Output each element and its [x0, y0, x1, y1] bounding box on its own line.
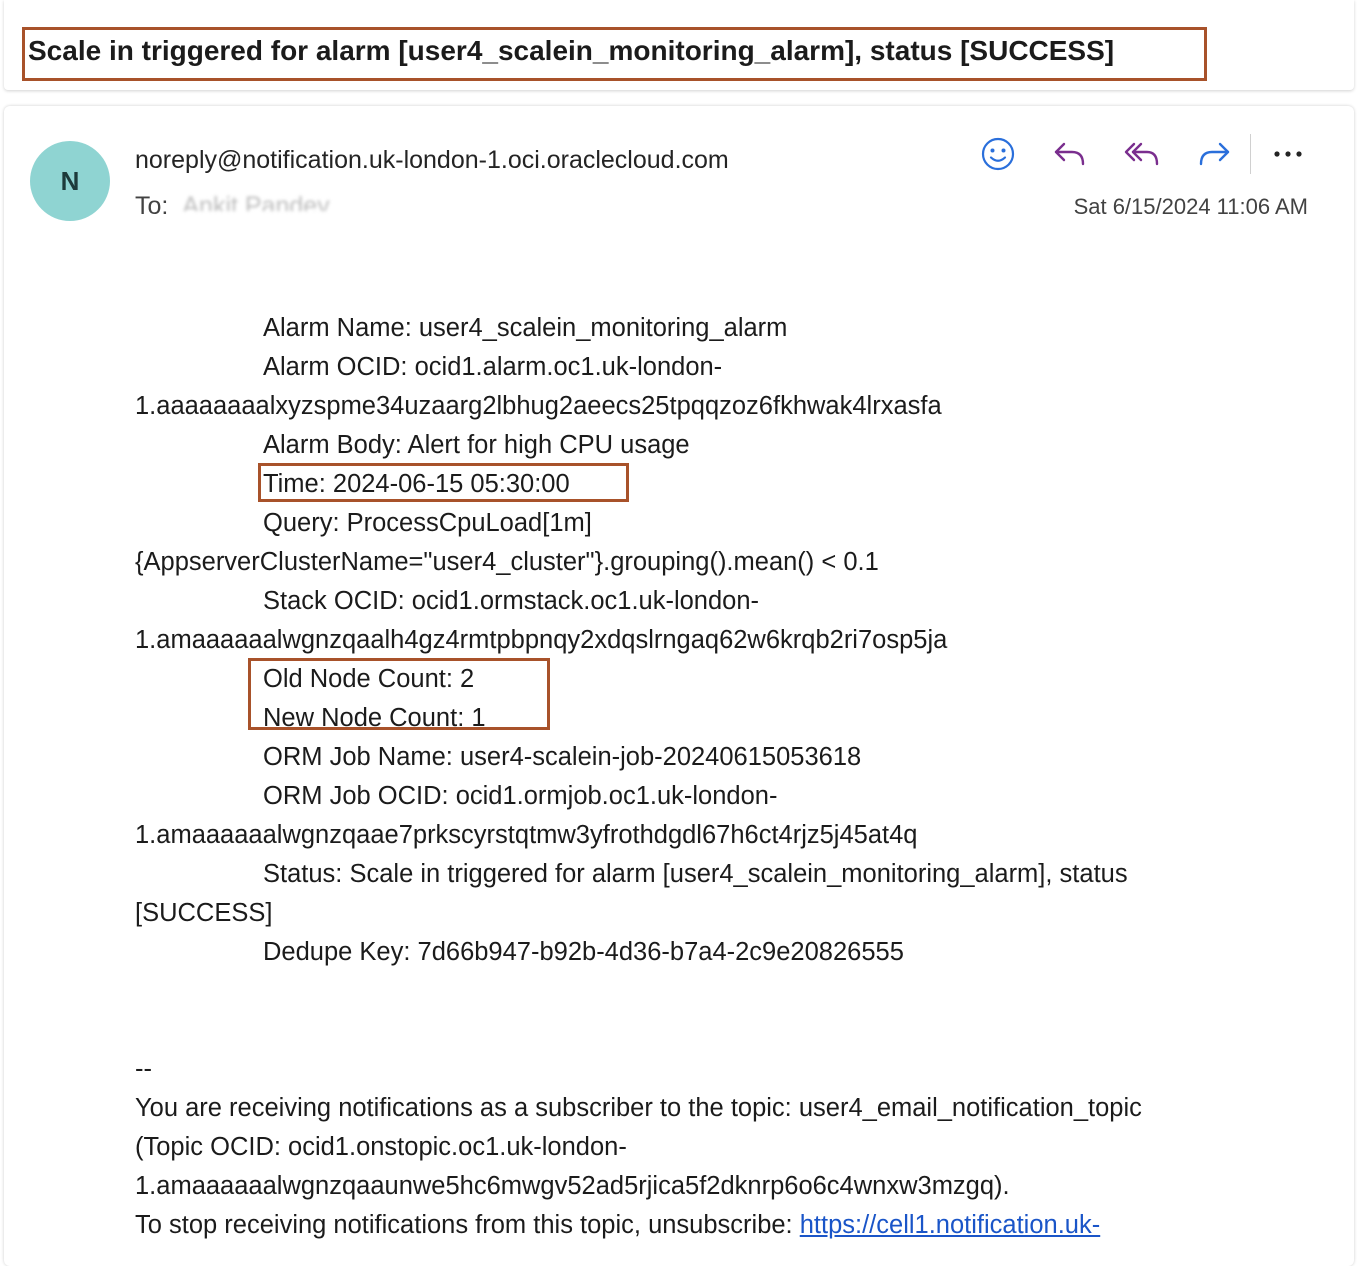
reply-icon: [1054, 142, 1085, 166]
signature-separator: --: [135, 1055, 152, 1083]
query-line-cont: {AppserverClusterName="user4_cluster"}.g…: [135, 548, 879, 576]
emoji-react-button[interactable]: [970, 128, 1026, 180]
stack-ocid-line-cont: 1.amaaaaaalwgnzqaalh4gz4rmtpbpnqy2xdqslr…: [135, 626, 948, 654]
alarm-ocid-line: Alarm OCID: ocid1.alarm.oc1.uk-london-: [263, 353, 723, 381]
unsubscribe-text: To stop receiving notifications from thi…: [135, 1211, 800, 1239]
stack-ocid-line: Stack OCID: ocid1.ormstack.oc1.uk-london…: [263, 587, 760, 615]
orm-job-name-line: ORM Job Name: user4-scalein-job-20240615…: [263, 743, 862, 771]
more-actions-button[interactable]: [1260, 128, 1316, 180]
alarm-name-line: Alarm Name: user4_scalein_monitoring_ala…: [263, 314, 788, 342]
unsubscribe-link[interactable]: https://cell1.notification.uk-: [800, 1211, 1100, 1239]
subject-highlight-box: [22, 27, 1207, 81]
status-line: Status: Scale in triggered for alarm [us…: [263, 860, 1128, 888]
query-line: Query: ProcessCpuLoad[1m]: [263, 509, 592, 537]
alarm-ocid-line-cont: 1.aaaaaaaalxyzspme34uzaarg2lbhug2aeecs25…: [135, 392, 942, 420]
more-icon: [1274, 151, 1302, 157]
dedupe-key-line: Dedupe Key: 7d66b947-b92b-4d36-b7a4-2c9e…: [263, 938, 904, 966]
message-timestamp: Sat 6/15/2024 11:06 AM: [1073, 194, 1308, 219]
to-line: To: Ankit Pandey: [135, 189, 352, 223]
node-count-highlight-box: [248, 658, 550, 730]
avatar-initial: N: [60, 165, 80, 196]
reply-all-icon: [1124, 142, 1159, 166]
recipient-name[interactable]: Ankit Pandey: [182, 189, 352, 211]
sender-address[interactable]: noreply@notification.uk-london-1.oci.ora…: [135, 143, 729, 177]
message-body: Alarm Name: user4_scalein_monitoring_ala…: [135, 309, 1295, 1245]
to-label: To:: [135, 192, 169, 220]
orm-job-ocid-line: ORM Job OCID: ocid1.ormjob.oc1.uk-london…: [263, 782, 778, 810]
footer-topic-ocid-line-cont: 1.amaaaaaalwgnzqaaunwe5hc6mwgv52ad5rjica…: [135, 1172, 1010, 1200]
time-highlight-box: [258, 463, 629, 502]
emoji-icon: [981, 137, 1015, 171]
message-toolbar: [970, 128, 1320, 180]
toolbar-divider: [1250, 134, 1251, 174]
forward-icon: [1199, 142, 1230, 166]
sender-avatar[interactable]: N: [30, 141, 110, 221]
orm-job-ocid-line-cont: 1.amaaaaaalwgnzqaae7prkscyrstqtmw3yfroth…: [135, 821, 918, 849]
reply-button[interactable]: [1042, 128, 1098, 180]
status-line-cont: [SUCCESS]: [135, 899, 273, 927]
footer-topic-ocid-line: (Topic OCID: ocid1.onstopic.oc1.uk-londo…: [135, 1133, 627, 1161]
alarm-body-line: Alarm Body: Alert for high CPU usage: [263, 431, 690, 459]
footer-subscription-line: You are receiving notifications as a sub…: [135, 1094, 1142, 1122]
reply-all-button[interactable]: [1114, 128, 1170, 180]
footer-unsubscribe-line: To stop receiving notifications from thi…: [135, 1206, 1295, 1245]
forward-button[interactable]: [1186, 128, 1242, 180]
